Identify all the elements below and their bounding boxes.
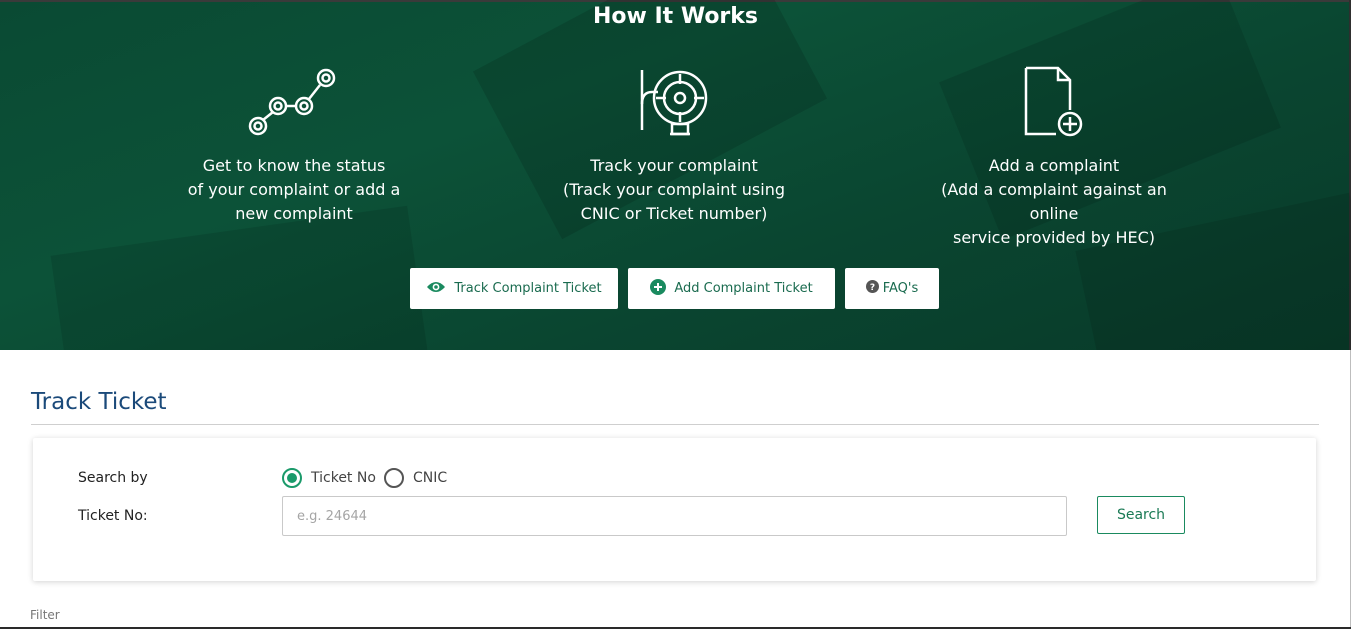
feature-line: (Add a complaint against an online [941, 180, 1167, 223]
feature-line: Get to know the status [202, 156, 386, 175]
radio-label: Ticket No [311, 470, 376, 486]
search-button[interactable]: Search [1097, 496, 1185, 534]
add-complaint-button[interactable]: Add Complaint Ticket [628, 268, 835, 309]
heading-divider [31, 424, 1319, 425]
feature-line: new complaint [235, 204, 353, 223]
section-title: How It Works [592, 4, 759, 29]
feature-track: Track your complaint (Track your complai… [544, 62, 804, 226]
track-complaint-button[interactable]: Track Complaint Ticket [410, 268, 618, 309]
ticket-number-input[interactable] [282, 496, 1067, 536]
radio-cnic[interactable]: CNIC [384, 468, 447, 488]
feature-line: CNIC or Ticket number) [580, 204, 768, 223]
feature-line: (Track your complaint using [563, 180, 785, 199]
track-ticket-card: Search by Ticket No: Ticket No CNIC Sear… [33, 438, 1316, 581]
filter-label: Filter [30, 608, 60, 622]
radio-checked-icon [282, 468, 302, 488]
svg-text:?: ? [870, 283, 875, 293]
plus-circle-icon [650, 278, 667, 299]
progress-path-icon [164, 62, 424, 142]
button-label: FAQ's [882, 281, 919, 296]
feature-add: Add a complaint (Add a complaint against… [924, 62, 1184, 250]
eye-icon [426, 280, 446, 298]
button-label: Track Complaint Ticket [454, 281, 602, 296]
feature-line: of your complaint or add a [187, 180, 401, 199]
add-document-icon [924, 62, 1184, 142]
feature-line: Track your complaint [590, 156, 758, 175]
feature-status: Get to know the status of your complaint… [164, 62, 424, 226]
search-by-label: Search by [78, 470, 148, 486]
radio-unchecked-icon [384, 468, 404, 488]
how-it-works-section: How It Works Get to know the status of y… [0, 0, 1351, 350]
radio-ticket-no[interactable]: Ticket No [282, 468, 376, 488]
radio-label: CNIC [413, 470, 448, 486]
target-track-icon [544, 62, 804, 142]
faq-button[interactable]: ? FAQ's [845, 268, 939, 309]
background-shape [50, 205, 430, 350]
question-circle-icon: ? [865, 280, 879, 297]
feature-line: Add a complaint [988, 156, 1120, 175]
button-label: Add Complaint Ticket [674, 281, 813, 296]
track-ticket-heading: Track Ticket [31, 389, 167, 415]
ticket-no-label: Ticket No: [78, 508, 148, 524]
feature-line: service provided by HEC) [953, 228, 1155, 247]
